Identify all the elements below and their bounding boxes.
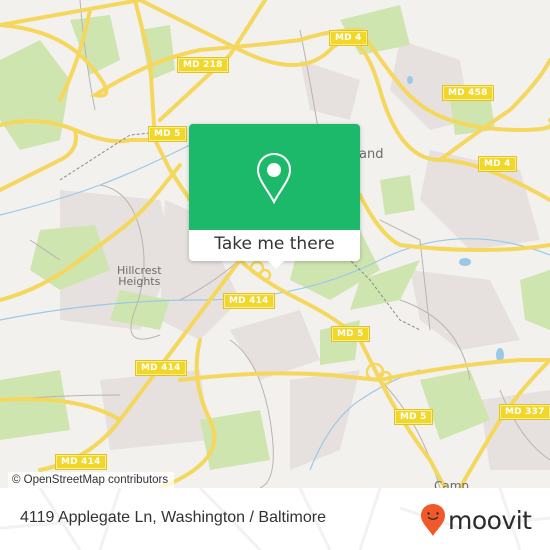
place-label: and: [359, 147, 384, 162]
route-shield: MD 5: [394, 409, 433, 425]
map-view[interactable]: MD 4 MD 218 MD 458 MD 5 MD 4 MD 414 MD 5…: [0, 0, 550, 488]
route-shield: MD 458: [442, 85, 494, 101]
route-shield: MD 414: [135, 360, 187, 376]
map-attribution[interactable]: © OpenStreetMap contributors: [8, 472, 175, 488]
footer-bar: 4119 Applegate Ln, Washington / Baltimor…: [0, 488, 550, 550]
route-shield: MD 5: [148, 126, 187, 142]
route-shield: MD 337: [499, 404, 550, 420]
place-label-hillcrest-heights: Hillcrest Heights: [117, 265, 162, 287]
moovit-wordmark: moovit: [448, 505, 532, 535]
address-text: 4119 Applegate Ln, Washington / Baltimor…: [20, 509, 326, 526]
popup-pointer: [267, 260, 285, 269]
route-shield: MD 4: [329, 30, 368, 46]
moovit-pin-logo-icon: [421, 504, 445, 536]
route-shield: MD 414: [55, 454, 107, 470]
route-shield: MD 218: [177, 57, 229, 73]
take-me-there-button[interactable]: Take me there: [189, 230, 360, 261]
route-shield: MD 4: [478, 156, 517, 172]
moovit-logo[interactable]: moovit: [420, 502, 532, 538]
place-label-line: Heights: [118, 275, 161, 288]
place-label-camp: Camp: [434, 479, 470, 488]
route-shield: MD 5: [331, 326, 370, 342]
location-pin-icon: [256, 152, 292, 204]
location-popup: Take me there: [189, 124, 360, 269]
route-shield: MD 414: [223, 293, 275, 309]
popup-header: [189, 124, 360, 230]
